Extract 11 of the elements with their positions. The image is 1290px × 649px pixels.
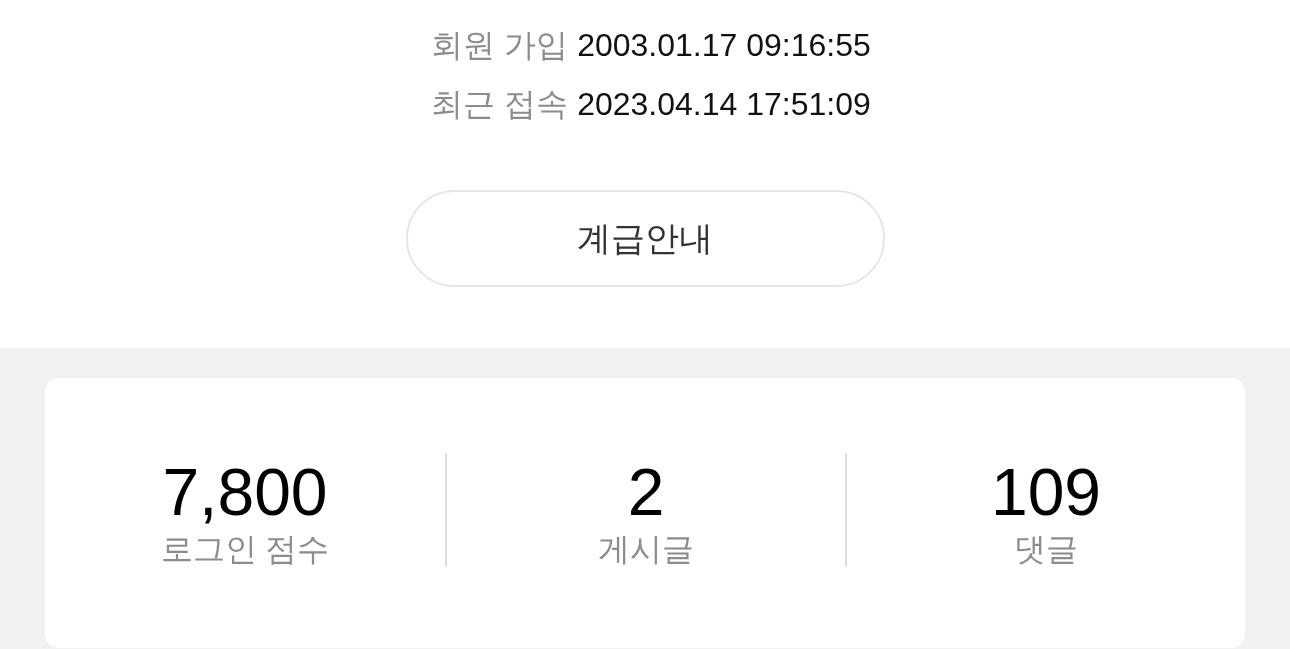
- info-label: 회원 가입: [431, 26, 569, 65]
- stat-label: 게시글: [598, 531, 694, 567]
- stat-value: 2: [627, 454, 665, 531]
- grade-guide-button[interactable]: 계급안내: [405, 190, 885, 287]
- info-value: 2023.04.14 17:51:09: [577, 85, 871, 124]
- stat-value: 7,800: [162, 454, 328, 531]
- stat-label: 로그인 점수: [160, 531, 330, 567]
- info-value: 2003.01.17 09:16:55: [577, 26, 871, 65]
- info-label: 최근 접속: [431, 85, 569, 124]
- stat-label: 댓글: [1014, 531, 1078, 567]
- stat-value: 109: [990, 454, 1102, 531]
